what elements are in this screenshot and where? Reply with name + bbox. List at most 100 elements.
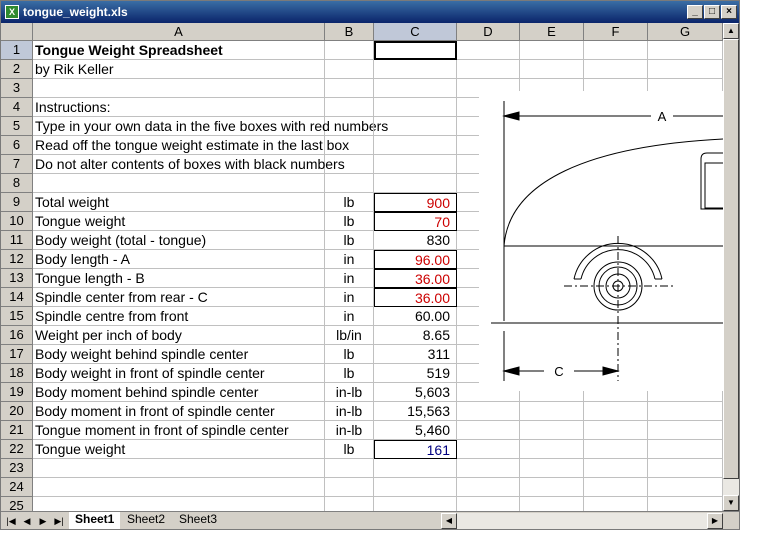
cell-b17[interactable]: lb <box>325 345 374 364</box>
cell-c18[interactable]: 519 <box>374 364 457 383</box>
minimize-button[interactable]: _ <box>687 5 703 19</box>
row-header-20[interactable]: 20 <box>1 402 33 421</box>
row-header-5[interactable]: 5 <box>1 117 33 136</box>
column-header-g[interactable]: G <box>648 23 723 41</box>
row-header-6[interactable]: 6 <box>1 136 33 155</box>
cell-b10[interactable]: lb <box>325 212 374 231</box>
cell-c7[interactable] <box>374 155 457 174</box>
column-header-e[interactable]: E <box>520 23 584 41</box>
cell-c1[interactable] <box>374 41 457 60</box>
maximize-button[interactable]: □ <box>704 5 720 19</box>
cell-b22[interactable]: lb <box>325 440 374 459</box>
row-header-24[interactable]: 24 <box>1 478 33 497</box>
column-header-f[interactable]: F <box>584 23 648 41</box>
row-header-25[interactable]: 25 <box>1 497 33 511</box>
row-header-16[interactable]: 16 <box>1 326 33 345</box>
cell-a24[interactable] <box>33 478 325 497</box>
cell-a22[interactable]: Tongue weight <box>33 440 325 459</box>
cell-a16[interactable]: Weight per inch of body <box>33 326 325 345</box>
cell-c24[interactable] <box>374 478 457 497</box>
last-sheet-icon[interactable]: ▶| <box>53 514 65 528</box>
cell-c14[interactable]: 36.00 <box>374 288 457 307</box>
spreadsheet-grid[interactable]: ABCDEFG 1 Tongue Weight Spreadsheet 2 by Ri… <box>1 23 723 511</box>
cell-b6[interactable] <box>325 136 374 155</box>
cell-b2[interactable] <box>325 60 374 79</box>
select-all-corner[interactable] <box>1 23 33 41</box>
row-header-10[interactable]: 10 <box>1 212 33 231</box>
scroll-down-button[interactable]: ▼ <box>723 495 739 511</box>
row-header-7[interactable]: 7 <box>1 155 33 174</box>
cell-b4[interactable] <box>325 98 374 117</box>
title-bar[interactable]: X tongue_weight.xls _ □ × <box>1 1 739 23</box>
cell-a14[interactable]: Spindle center from rear - C <box>33 288 325 307</box>
cell-a3[interactable] <box>33 79 325 98</box>
scroll-right-button[interactable]: ▶ <box>707 513 723 529</box>
cell-a20[interactable]: Body moment in front of spindle center <box>33 402 325 421</box>
row-header-8[interactable]: 8 <box>1 174 33 193</box>
tab-sheet1[interactable]: Sheet1 <box>69 512 121 529</box>
cell-b13[interactable]: in <box>325 269 374 288</box>
cell-b7[interactable] <box>325 155 374 174</box>
row-header-14[interactable]: 14 <box>1 288 33 307</box>
cell-b19[interactable]: in-lb <box>325 383 374 402</box>
cell-a8[interactable] <box>33 174 325 193</box>
cell-c16[interactable]: 8.65 <box>374 326 457 345</box>
cell-c15[interactable]: 60.00 <box>374 307 457 326</box>
row-header-2[interactable]: 2 <box>1 60 33 79</box>
row-header-19[interactable]: 19 <box>1 383 33 402</box>
column-header-a[interactable]: A <box>33 23 325 41</box>
cell-b14[interactable]: in <box>325 288 374 307</box>
cell-b18[interactable]: lb <box>325 364 374 383</box>
cell-b25[interactable] <box>325 497 374 511</box>
cell-a10[interactable]: Tongue weight <box>33 212 325 231</box>
cell-b16[interactable]: lb/in <box>325 326 374 345</box>
row-header-1[interactable]: 1 <box>1 41 33 60</box>
cell-c12[interactable]: 96.00 <box>374 250 457 269</box>
row-header-23[interactable]: 23 <box>1 459 33 478</box>
row-header-17[interactable]: 17 <box>1 345 33 364</box>
cell-a23[interactable] <box>33 459 325 478</box>
cell-b8[interactable] <box>325 174 374 193</box>
cell-a18[interactable]: Body weight in front of spindle center <box>33 364 325 383</box>
cell-a11[interactable]: Body weight (total - tongue) <box>33 231 325 250</box>
cell-c6[interactable] <box>374 136 457 155</box>
cell-c20[interactable]: 15,563 <box>374 402 457 421</box>
row-header-4[interactable]: 4 <box>1 98 33 117</box>
cell-a25[interactable] <box>33 497 325 511</box>
scroll-up-button[interactable]: ▲ <box>723 23 739 39</box>
cell-a5[interactable]: Type in your own data in the five boxes … <box>33 117 388 136</box>
cell-b23[interactable] <box>325 459 374 478</box>
cell-a13[interactable]: Tongue length - B <box>33 269 325 288</box>
cell-a15[interactable]: Spindle centre from front <box>33 307 325 326</box>
close-button[interactable]: × <box>721 5 737 19</box>
tab-sheet3[interactable]: Sheet3 <box>173 512 224 528</box>
row-header-22[interactable]: 22 <box>1 440 33 459</box>
cell-c22[interactable]: 161 <box>374 440 457 459</box>
tab-sheet2[interactable]: Sheet2 <box>121 512 172 528</box>
next-sheet-icon[interactable]: ▶ <box>37 514 49 528</box>
cell-c25[interactable] <box>374 497 457 511</box>
row-header-3[interactable]: 3 <box>1 79 33 98</box>
cell-c5[interactable] <box>374 117 457 136</box>
cell-a4[interactable]: Instructions: <box>33 98 325 117</box>
horizontal-scrollbar[interactable]: ◀ ▶ <box>441 513 723 529</box>
cell-c10[interactable]: 70 <box>374 212 457 231</box>
vertical-scrollbar[interactable]: ▲ ▼ <box>723 23 739 511</box>
cell-a21[interactable]: Tongue moment in front of spindle center <box>33 421 325 440</box>
cell-c9[interactable]: 900 <box>374 193 457 212</box>
cell-b12[interactable]: in <box>325 250 374 269</box>
scroll-left-button[interactable]: ◀ <box>441 513 457 529</box>
cell-a1[interactable]: Tongue Weight Spreadsheet <box>33 41 325 60</box>
row-header-15[interactable]: 15 <box>1 307 33 326</box>
row-header-18[interactable]: 18 <box>1 364 33 383</box>
row-header-21[interactable]: 21 <box>1 421 33 440</box>
cell-c4[interactable] <box>374 98 457 117</box>
cell-b11[interactable]: lb <box>325 231 374 250</box>
column-header-b[interactable]: B <box>325 23 374 41</box>
cell-a19[interactable]: Body moment behind spindle center <box>33 383 325 402</box>
cell-b5[interactable] <box>325 117 374 136</box>
column-header-d[interactable]: D <box>457 23 520 41</box>
cell-c8[interactable] <box>374 174 457 193</box>
cell-b24[interactable] <box>325 478 374 497</box>
row-header-11[interactable]: 11 <box>1 231 33 250</box>
